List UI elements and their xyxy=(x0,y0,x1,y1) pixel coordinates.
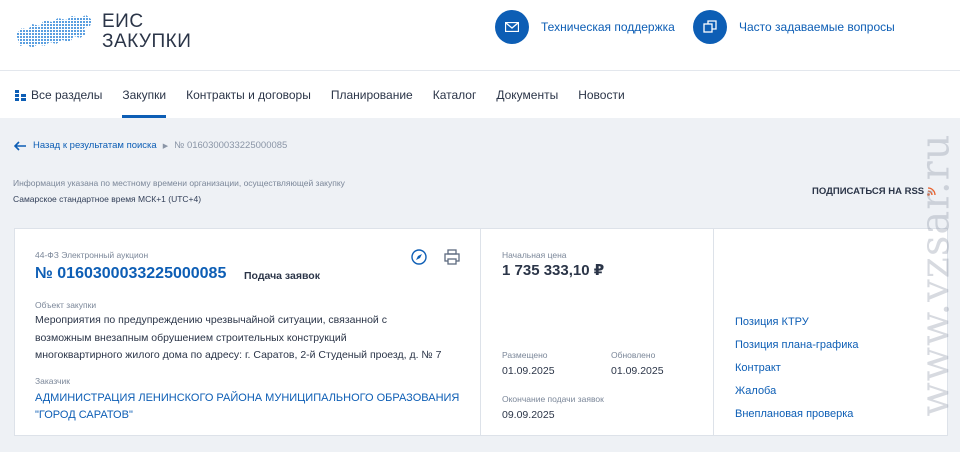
sitemap-icon xyxy=(15,89,26,101)
object-line: Мероприятия по предупреждению чрезвычайн… xyxy=(35,314,387,326)
deadline-label: Окончание подачи заявок xyxy=(502,394,604,404)
start-price-label: Начальная цена xyxy=(502,250,567,260)
breadcrumb-separator-icon: ▶ xyxy=(162,142,169,150)
nav-catalog[interactable]: Каталог xyxy=(433,72,477,118)
posted-label: Размещено xyxy=(502,350,548,360)
arrow-left-icon[interactable] xyxy=(14,140,27,151)
start-price: 1 735 333,10 ₽ xyxy=(502,262,605,279)
nav-label: Каталог xyxy=(432,88,477,102)
nav-contracts[interactable]: Контракты и договоры xyxy=(186,72,311,118)
updated-date: 01.09.2025 xyxy=(611,365,664,377)
support-link[interactable]: Техническая поддержка xyxy=(495,10,675,44)
site-header: ЕИС ЗАКУПКИ Техническая поддержка Часто … xyxy=(0,0,960,118)
law-type: 44-ФЗ Электронный аукцион xyxy=(35,250,149,260)
object-label: Объект закупки xyxy=(35,300,97,310)
unscheduled-inspection-link[interactable]: Внеплановая проверка xyxy=(735,408,853,420)
purchase-card: 44-ФЗ Электронный аукцион № 016030003322… xyxy=(14,228,948,436)
logo-line2: ЗАКУПКИ xyxy=(102,31,192,52)
breadcrumb: Назад к результатам поиска ▶ № 016030003… xyxy=(14,140,287,151)
customer-label: Заказчик xyxy=(35,376,70,386)
mail-icon xyxy=(495,10,529,44)
purchase-stage: Подача заявок xyxy=(244,270,320,282)
faq-link[interactable]: Часто задаваемые вопросы xyxy=(693,10,895,44)
nav-label: Документы xyxy=(496,88,559,102)
nav-label: Новости xyxy=(578,88,625,102)
timezone-note: Информация указана по местному времени о… xyxy=(13,178,345,188)
ktru-link[interactable]: Позиция КТРУ xyxy=(735,316,809,328)
support-label: Техническая поддержка xyxy=(541,20,675,34)
watermark-text: www.vzsar.ru xyxy=(913,133,959,417)
copy-icon xyxy=(693,10,727,44)
purchase-number-link[interactable]: № 0160300033225000085 xyxy=(35,265,226,283)
faq-label: Часто задаваемые вопросы xyxy=(739,20,895,34)
eis-logo[interactable]: ЕИС ЗАКУПКИ xyxy=(14,12,191,52)
russia-map-icon xyxy=(16,15,92,48)
nav-planning[interactable]: Планирование xyxy=(331,72,413,118)
plan-schedule-link[interactable]: Позиция плана-графика xyxy=(735,339,859,351)
logo-text: ЕИС ЗАКУПКИ xyxy=(102,12,191,52)
header-divider xyxy=(0,70,960,71)
object-line: многоквартирного жилого дома по адресу: … xyxy=(35,349,442,361)
compass-icon[interactable] xyxy=(411,249,427,265)
nav-all-sections-label: Все разделы xyxy=(31,88,103,102)
purchase-pricing: Начальная цена 1 735 333,10 ₽ Размещено … xyxy=(482,229,714,435)
updated-label: Обновлено xyxy=(611,350,656,360)
nav-purchases[interactable]: Закупки xyxy=(122,72,166,118)
nav-all-sections[interactable]: Все разделы xyxy=(15,72,102,118)
customer-link[interactable]: "ГОРОД САРАТОВ" xyxy=(35,409,133,421)
logo-line1: ЕИС xyxy=(102,11,144,32)
nav-documents[interactable]: Документы xyxy=(496,72,558,118)
complaint-link[interactable]: Жалоба xyxy=(735,385,776,397)
timezone-value: Самарское стандартное время МСК+1 (UTC+4… xyxy=(13,194,202,204)
nav-label: Контракты и договоры xyxy=(186,88,311,102)
posted-date: 01.09.2025 xyxy=(502,365,555,377)
breadcrumb-current: № 0160300033225000085 xyxy=(174,140,288,151)
object-line: возможным внезапным обрушением строитель… xyxy=(35,332,347,344)
purchase-main-info: 44-ФЗ Электронный аукцион № 016030003322… xyxy=(15,229,481,435)
customer-link[interactable]: АДМИНИСТРАЦИЯ ЛЕНИНСКОГО РАЙОНА МУНИЦИПА… xyxy=(35,392,459,404)
nav-label: Закупки xyxy=(122,88,167,102)
rss-label: ПОДПИСАТЬСЯ НА RSS xyxy=(812,186,925,197)
nav-news[interactable]: Новости xyxy=(578,72,624,118)
main-nav: Все разделы Закупки Контракты и договоры… xyxy=(15,72,645,118)
contract-link[interactable]: Контракт xyxy=(735,362,781,374)
back-to-search-link[interactable]: Назад к результатам поиска xyxy=(33,140,157,151)
deadline-date: 09.09.2025 xyxy=(502,409,555,421)
nav-label: Планирование xyxy=(330,88,413,102)
print-icon[interactable] xyxy=(444,249,460,265)
watermark: www.vzsar.ru xyxy=(912,110,960,440)
